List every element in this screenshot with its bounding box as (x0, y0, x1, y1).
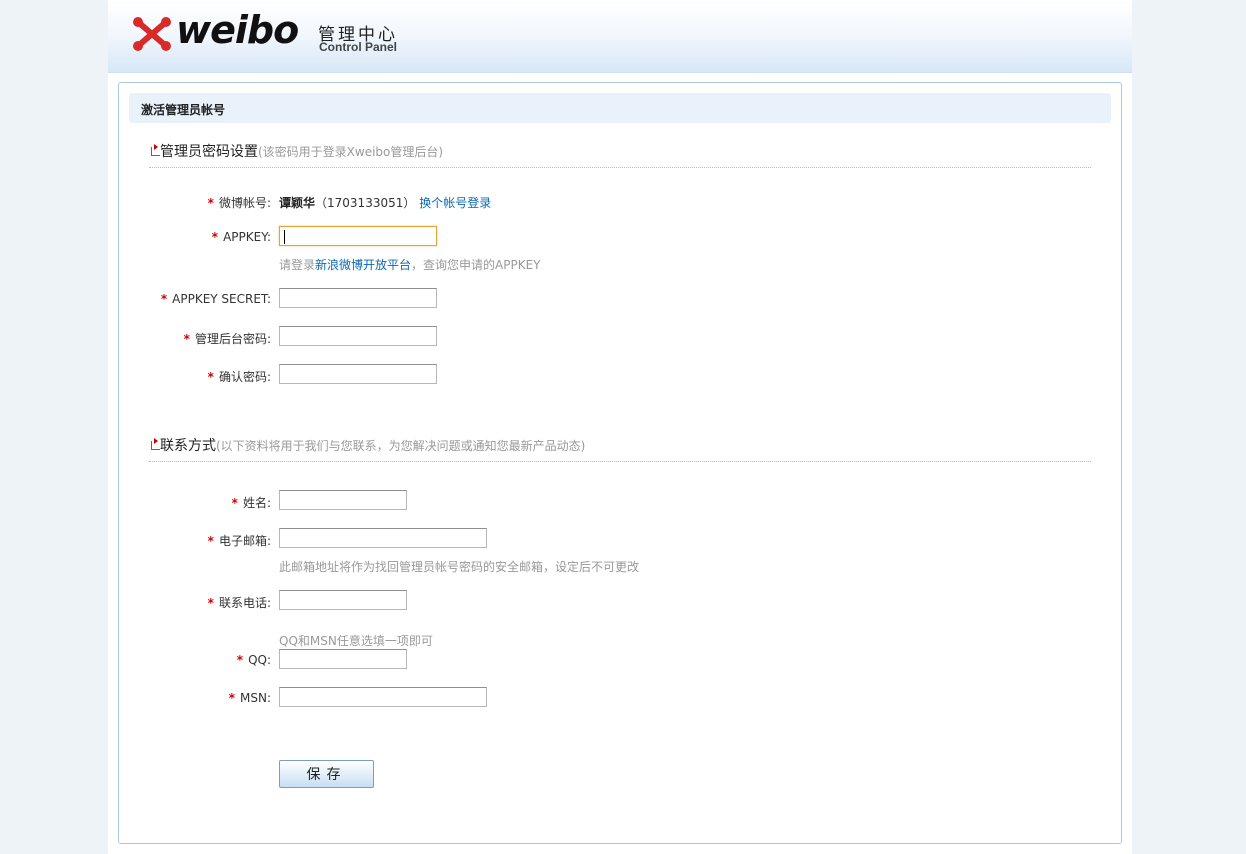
appkey-secret-input[interactable] (279, 288, 437, 308)
row-confirm-password: * 确认密码: (119, 364, 1119, 388)
row-admin-password: * 管理后台密码: (119, 326, 1119, 350)
weibo-account-id: （1703133051） (315, 196, 416, 210)
open-platform-link[interactable]: 新浪微博开放平台 (315, 258, 411, 272)
weibo-account-value: 谭颖华（1703133051） 换个帐号登录 (279, 194, 491, 211)
weibo-logo-icon (133, 17, 171, 51)
label-appkey-secret: * APPKEY SECRET: (160, 292, 271, 306)
required-mark: * (211, 230, 219, 244)
row-appkey-secret: * APPKEY SECRET: (119, 288, 1119, 312)
admin-password-input[interactable] (279, 326, 437, 346)
required-mark: * (207, 196, 214, 210)
label-qq: * QQ: (236, 653, 271, 667)
row-email: * 电子邮箱: (119, 528, 1119, 552)
msn-input[interactable] (279, 687, 487, 707)
label-email: * 电子邮箱: (207, 534, 271, 548)
confirm-password-input[interactable] (279, 364, 437, 384)
switch-account-link[interactable]: 换个帐号登录 (419, 196, 491, 210)
activation-panel: 激活管理员帐号 管理员密码设置(该密码用于登录Xweibo管理后台) * 微博帐号… (118, 82, 1122, 844)
panel-title-bar: 激活管理员帐号 (129, 93, 1111, 123)
name-input[interactable] (279, 490, 407, 510)
section-title-admin: 管理员密码设置(该密码用于登录Xweibo管理后台) (160, 144, 444, 160)
section-note-admin: (该密码用于登录Xweibo管理后台) (258, 145, 444, 159)
panel-title: 激活管理员帐号 (141, 103, 226, 117)
required-mark: * (236, 653, 244, 667)
qq-input[interactable] (279, 649, 407, 669)
weibo-account-name: 谭颖华 (279, 196, 316, 210)
text-caret (284, 230, 285, 244)
save-button[interactable]: 保存 (279, 760, 374, 788)
appkey-hint: 请登录新浪微博开放平台，查询您申请的APPKEY (279, 258, 541, 272)
row-msn: * MSN: (119, 687, 1119, 711)
email-hint: 此邮箱地址将作为找回管理员帐号密码的安全邮箱，设定后不可更改 (279, 560, 640, 574)
section-arrow-icon (151, 144, 160, 156)
appkey-input[interactable] (279, 226, 437, 246)
section-arrow-icon (151, 438, 160, 450)
required-mark: * (183, 332, 190, 346)
label-confirm-password: * 确认密码: (207, 370, 271, 384)
label-admin-password: * 管理后台密码: (183, 332, 271, 346)
page: weibo 管理中心 Control Panel 激活管理员帐号 管理员密码设置… (108, 0, 1132, 854)
qq-msn-hint: QQ和MSN任意选填一项即可 (279, 634, 433, 648)
required-mark: * (207, 596, 214, 610)
label-weibo-account: * 微博帐号: (207, 196, 271, 210)
label-phone: * 联系电话: (207, 596, 271, 610)
section-admin-password: 管理员密码设置(该密码用于登录Xweibo管理后台) (149, 141, 1091, 168)
label-appkey: * APPKEY: (211, 230, 271, 244)
row-phone: * 联系电话: (119, 590, 1119, 614)
logo-en-title: Control Panel (319, 40, 398, 54)
phone-input[interactable] (279, 590, 407, 610)
section-title-contact: 联系方式(以下资料将用于我们与您联系，为您解决问题或通知您最新产品动态) (160, 438, 586, 454)
header: weibo 管理中心 Control Panel (108, 0, 1132, 73)
logo-wordmark: weibo (176, 8, 299, 52)
row-appkey: * APPKEY: (119, 226, 1119, 250)
label-name: * 姓名: (231, 496, 271, 510)
required-mark: * (160, 292, 168, 306)
row-weibo-account: * 微博帐号: 谭颖华（1703133051） 换个帐号登录 (119, 190, 1119, 214)
required-mark: * (207, 370, 214, 384)
section-contact: 联系方式(以下资料将用于我们与您联系，为您解决问题或通知您最新产品动态) (149, 435, 1091, 462)
required-mark: * (228, 691, 235, 705)
row-name: * 姓名: (119, 490, 1119, 514)
label-msn: * MSN: (228, 691, 271, 705)
email-input[interactable] (279, 528, 487, 548)
required-mark: * (207, 534, 214, 548)
required-mark: * (231, 496, 238, 510)
row-qq: * QQ: (119, 649, 1119, 673)
section-note-contact: (以下资料将用于我们与您联系，为您解决问题或通知您最新产品动态) (216, 439, 586, 453)
